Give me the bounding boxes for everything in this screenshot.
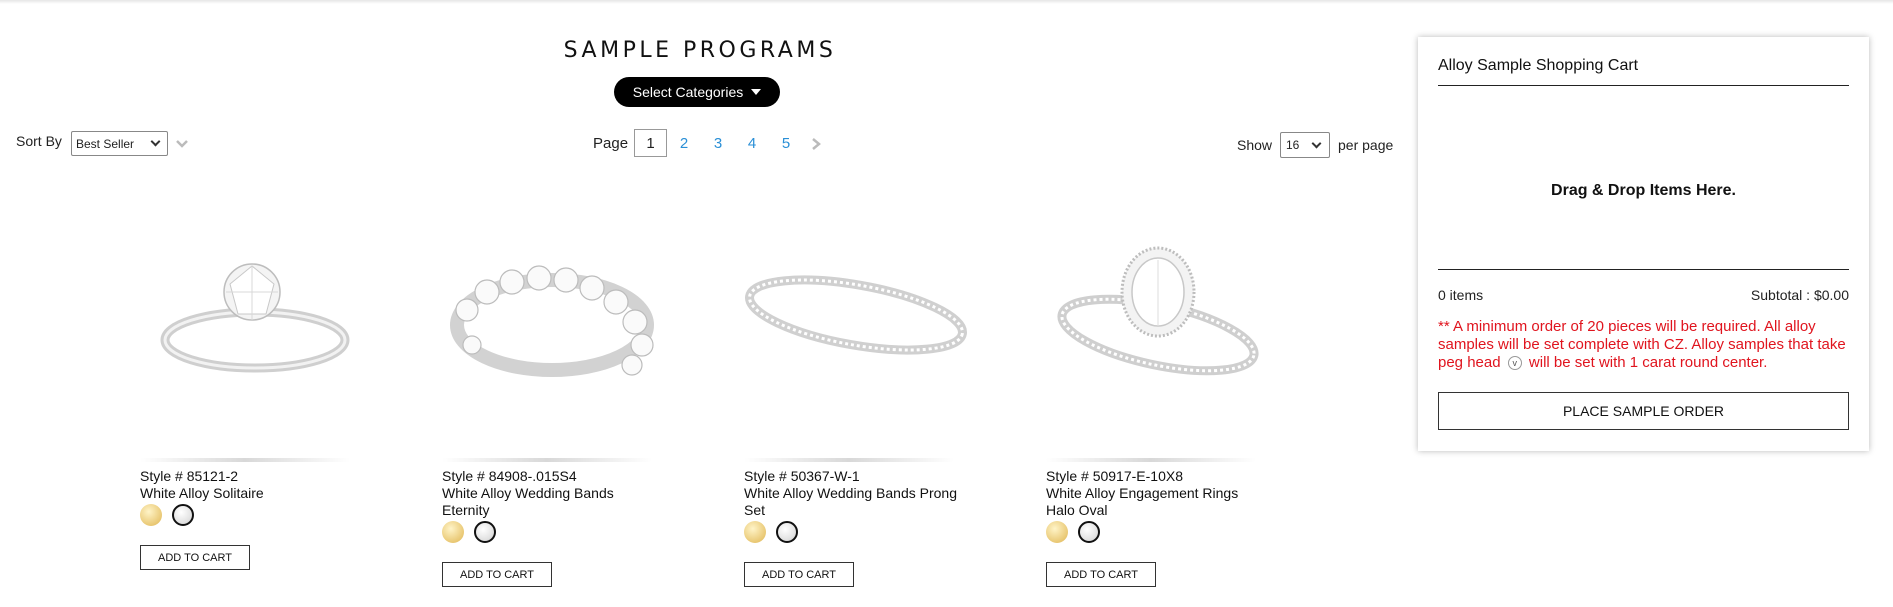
select-categories-label: Select Categories [632, 84, 744, 100]
cart-title: Alloy Sample Shopping Cart [1438, 57, 1639, 74]
gold-swatch[interactable] [442, 521, 464, 543]
sort-direction-icon[interactable] [175, 136, 189, 150]
product-divider [1046, 458, 1256, 462]
add-to-cart-button[interactable]: ADD TO CART [744, 562, 854, 587]
page-5[interactable]: 5 [779, 129, 793, 157]
add-to-cart-button[interactable]: ADD TO CART [140, 545, 250, 570]
per-page-label: per page [1338, 137, 1394, 153]
cart-divider [1438, 269, 1849, 270]
page-2[interactable]: 2 [677, 129, 691, 157]
metal-swatches [140, 504, 194, 526]
page-label: Page [593, 135, 629, 152]
halo-oval-ring-image[interactable] [1046, 240, 1276, 410]
chevron-down-icon [150, 136, 161, 147]
white-swatch[interactable] [474, 521, 496, 543]
gold-swatch[interactable] [1046, 521, 1068, 543]
note-text-2: will be set with 1 carat round center. [1528, 354, 1768, 371]
product-divider [442, 458, 652, 462]
product-name: White Alloy Engagement Rings Halo Oval [1046, 485, 1239, 518]
product-name: White Alloy Wedding Bands Eternity [442, 485, 614, 518]
place-sample-order-button[interactable]: PLACE SAMPLE ORDER [1438, 392, 1849, 430]
sort-by-label: Sort By [16, 133, 62, 149]
show-label: Show [1237, 137, 1273, 153]
solitaire-ring-image[interactable] [140, 240, 370, 410]
gold-swatch[interactable] [744, 521, 766, 543]
product-style: Style # 85121-2 [140, 468, 239, 484]
per-page-select[interactable]: 16 [1280, 132, 1330, 158]
metal-swatches [744, 521, 798, 543]
cart-drop-zone[interactable]: Drag & Drop Items Here. [1438, 86, 1849, 306]
product-name: White Alloy Solitaire [140, 485, 264, 501]
select-categories-button[interactable]: Select Categories [614, 77, 780, 107]
eternity-band-image[interactable] [442, 240, 672, 410]
catalog-main: SAMPLE PROGRAMS Select Categories Sort B… [0, 0, 1400, 607]
gold-swatch[interactable] [140, 504, 162, 526]
product-divider [744, 458, 954, 462]
white-swatch[interactable] [172, 504, 194, 526]
per-page-value: 16 [1286, 138, 1300, 152]
product-name: White Alloy Wedding Bands Prong Set [744, 485, 957, 518]
cart-subtotal: Subtotal : $0.00 [1750, 287, 1849, 303]
prong-band-image[interactable] [744, 240, 974, 410]
sort-select-value: Best Seller [76, 136, 135, 151]
page-4[interactable]: 4 [745, 129, 759, 157]
page-1[interactable]: 1 [634, 129, 667, 157]
cart-item-count: 0 items [1438, 287, 1484, 303]
sample-shopping-cart: Alloy Sample Shopping Cart Drag & Drop I… [1418, 37, 1869, 451]
chevron-down-icon [1311, 138, 1322, 148]
minimum-order-note: ** A minimum order of 20 pieces will be … [1438, 318, 1853, 372]
metal-swatches [442, 521, 496, 543]
page-3[interactable]: 3 [711, 129, 725, 157]
add-to-cart-button[interactable]: ADD TO CART [1046, 562, 1156, 587]
product-style: Style # 84908-.015S4 [442, 468, 577, 484]
peg-head-icon: v [1507, 356, 1522, 371]
drop-zone-text: Drag & Drop Items Here. [1551, 182, 1736, 199]
next-page-icon[interactable] [809, 137, 823, 151]
add-to-cart-button[interactable]: ADD TO CART [442, 562, 552, 587]
product-divider [140, 458, 350, 462]
product-style: Style # 50367-W-1 [744, 468, 860, 484]
white-swatch[interactable] [1078, 521, 1100, 543]
metal-swatches [1046, 521, 1100, 543]
sort-select[interactable]: Best Seller [71, 131, 168, 156]
caret-down-icon [751, 89, 762, 95]
white-swatch[interactable] [776, 521, 798, 543]
page-title: SAMPLE PROGRAMS [563, 38, 837, 63]
product-style: Style # 50917-E-10X8 [1046, 468, 1183, 484]
